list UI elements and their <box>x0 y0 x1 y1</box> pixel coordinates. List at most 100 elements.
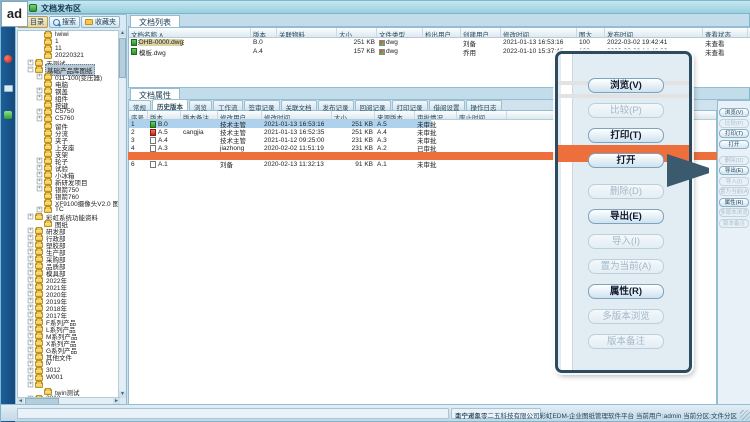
action-button-删除(D)[interactable]: 删除(D) <box>588 184 664 199</box>
side-action-button-版本备注[interactable]: 版本备注 <box>719 219 749 228</box>
side-action-button-打印(T)[interactable]: 打印(T) <box>719 129 749 138</box>
expand-icon[interactable]: + <box>28 305 34 311</box>
doc-list-column-header[interactable]: 版本 <box>251 28 277 37</box>
history-column-header[interactable]: 来源版本 <box>375 111 415 119</box>
expand-icon[interactable]: + <box>28 368 34 374</box>
props-tab-借阅设置[interactable]: 借阅设置 <box>429 100 465 110</box>
expand-icon[interactable]: + <box>37 172 43 178</box>
props-tab-常规[interactable]: 常规 <box>128 100 151 110</box>
tree-item[interactable]: +2019年 <box>18 297 119 304</box>
history-column-header[interactable]: 修改时间 <box>262 111 332 119</box>
expand-icon[interactable]: + <box>37 88 43 94</box>
expand-icon[interactable]: + <box>28 277 34 283</box>
expand-icon[interactable]: + <box>28 263 34 269</box>
side-action-button-删除(D)[interactable]: 删除(D) <box>719 156 749 165</box>
action-button-浏览(V)[interactable]: 浏览(V) <box>588 78 664 93</box>
tree-item[interactable]: +其他文件 <box>18 353 119 360</box>
tree-item[interactable]: 11 <box>18 45 119 52</box>
expand-icon[interactable]: + <box>37 95 43 101</box>
tree-item[interactable]: 图纸 <box>18 220 119 227</box>
history-column-header[interactable]: 大小 <box>332 111 375 119</box>
expand-icon[interactable]: + <box>28 60 34 66</box>
props-tab-历史版本[interactable]: 历史版本 <box>152 99 188 110</box>
expand-icon[interactable]: + <box>28 214 34 220</box>
props-tab-打印记录[interactable]: 打印记录 <box>392 100 428 110</box>
tree-item[interactable]: twin测试 <box>18 388 119 395</box>
action-button-导入(I)[interactable]: 导入(I) <box>588 234 664 249</box>
expand-icon[interactable]: + <box>37 116 43 122</box>
expand-icon[interactable]: + <box>28 228 34 234</box>
doc-list-column-header[interactable]: 修改时间 <box>501 28 577 37</box>
expand-icon[interactable]: + <box>28 375 34 381</box>
props-tab-签审记录[interactable]: 签审记录 <box>244 100 280 110</box>
tree-vertical-scrollbar[interactable]: ▲ ▼ <box>118 30 125 398</box>
scrollbar-thumb[interactable] <box>119 38 126 78</box>
status-icon[interactable] <box>4 111 12 119</box>
doc-list-column-header[interactable]: 大小 <box>337 28 377 37</box>
action-button-多版本浏览[interactable]: 多版本浏览 <box>588 309 664 324</box>
tree-item[interactable]: 1 <box>18 38 119 45</box>
tree-item[interactable]: +生产部 <box>18 248 119 255</box>
tree-item[interactable]: +W001 <box>18 374 119 381</box>
action-button-置为当前(A)[interactable]: 置为当前(A) <box>588 259 664 274</box>
action-button-比较(P)[interactable]: 比较(P) <box>588 103 664 118</box>
sidebar-tab-搜索[interactable]: 搜索 <box>49 16 80 28</box>
expand-icon[interactable]: + <box>28 347 34 353</box>
expand-icon[interactable]: + <box>28 312 34 318</box>
action-button-打开[interactable]: 打开 <box>588 153 664 168</box>
expand-icon[interactable]: + <box>28 298 34 304</box>
action-button-导出(E)[interactable]: 导出(E) <box>588 209 664 224</box>
tree-horizontal-scrollbar[interactable]: ◄ ► <box>17 397 120 404</box>
expand-icon[interactable]: + <box>28 284 34 290</box>
expand-icon[interactable]: + <box>28 235 34 241</box>
side-action-button-置为当前(A)[interactable]: 置为当前(A) <box>719 187 749 196</box>
doc-list-column-header[interactable]: 创建用户 <box>461 28 501 37</box>
history-column-header[interactable]: 版本备注 <box>181 111 218 119</box>
side-action-button-打开[interactable]: 打开 <box>719 140 749 149</box>
action-button-版本备注[interactable]: 版本备注 <box>588 334 664 349</box>
folder-shortcut-icon[interactable] <box>4 85 13 92</box>
expand-icon[interactable]: + <box>37 207 43 213</box>
side-action-button-导出(E)[interactable]: 导出(E) <box>719 166 749 175</box>
tree-item[interactable]: +品质部 <box>18 262 119 269</box>
tree-item[interactable]: +2020年 <box>18 290 119 297</box>
tree-item[interactable]: +行政部 <box>18 234 119 241</box>
scroll-up-icon[interactable]: ▲ <box>119 30 126 37</box>
history-column-header[interactable]: 审批情况 <box>415 111 457 119</box>
side-action-button-多版本浏览[interactable]: 多版本浏览 <box>719 208 749 217</box>
expand-icon[interactable]: + <box>28 291 34 297</box>
history-column-header[interactable]: 修改用户 <box>218 111 262 119</box>
tree-item[interactable]: +C5750 <box>18 108 119 115</box>
expand-icon[interactable]: + <box>28 333 34 339</box>
expand-icon[interactable]: + <box>37 179 43 185</box>
tree-item[interactable]: 按键 <box>18 101 119 108</box>
action-button-打印(T)[interactable]: 打印(T) <box>588 128 664 143</box>
notification-icon[interactable] <box>4 55 12 63</box>
tree-item[interactable]: 20220321 <box>18 52 119 59</box>
expand-icon[interactable]: + <box>37 158 43 164</box>
tree-item[interactable]: lwiwi <box>18 31 119 38</box>
tree-item[interactable]: +采购部 <box>18 255 119 262</box>
collapse-icon[interactable]: − <box>28 67 34 73</box>
history-column-header[interactable]: 废止时间 <box>457 111 507 119</box>
expand-icon[interactable]: + <box>28 242 34 248</box>
doc-list-column-header[interactable]: 关联物料 <box>277 28 337 37</box>
sidebar-tab-收藏夹[interactable]: 收藏夹 <box>81 16 120 28</box>
expand-icon[interactable]: + <box>28 361 34 367</box>
props-tab-发布记录[interactable]: 发布记录 <box>318 100 354 110</box>
expand-icon[interactable]: + <box>28 326 34 332</box>
doc-list-column-header[interactable]: 文档名称 ∧ <box>129 28 251 37</box>
expand-icon[interactable]: + <box>28 354 34 360</box>
tree-item[interactable]: +2022年 <box>18 276 119 283</box>
props-tab-操作日志[interactable]: 操作日志 <box>466 100 502 110</box>
expand-icon[interactable]: + <box>28 256 34 262</box>
expand-icon[interactable]: + <box>37 186 43 192</box>
expand-icon[interactable]: + <box>28 249 34 255</box>
side-action-button-浏览(V)[interactable]: 浏览(V) <box>719 108 749 117</box>
doc-list-column-header[interactable]: 文件类型 <box>377 28 423 37</box>
history-column-header[interactable]: 序号 <box>129 111 148 119</box>
expand-icon[interactable]: + <box>37 74 43 80</box>
doc-list-column-header[interactable]: 检出用户 <box>423 28 461 37</box>
tree-item[interactable]: +2021年 <box>18 283 119 290</box>
side-action-button-比较(P)[interactable]: 比较(P) <box>719 119 749 128</box>
